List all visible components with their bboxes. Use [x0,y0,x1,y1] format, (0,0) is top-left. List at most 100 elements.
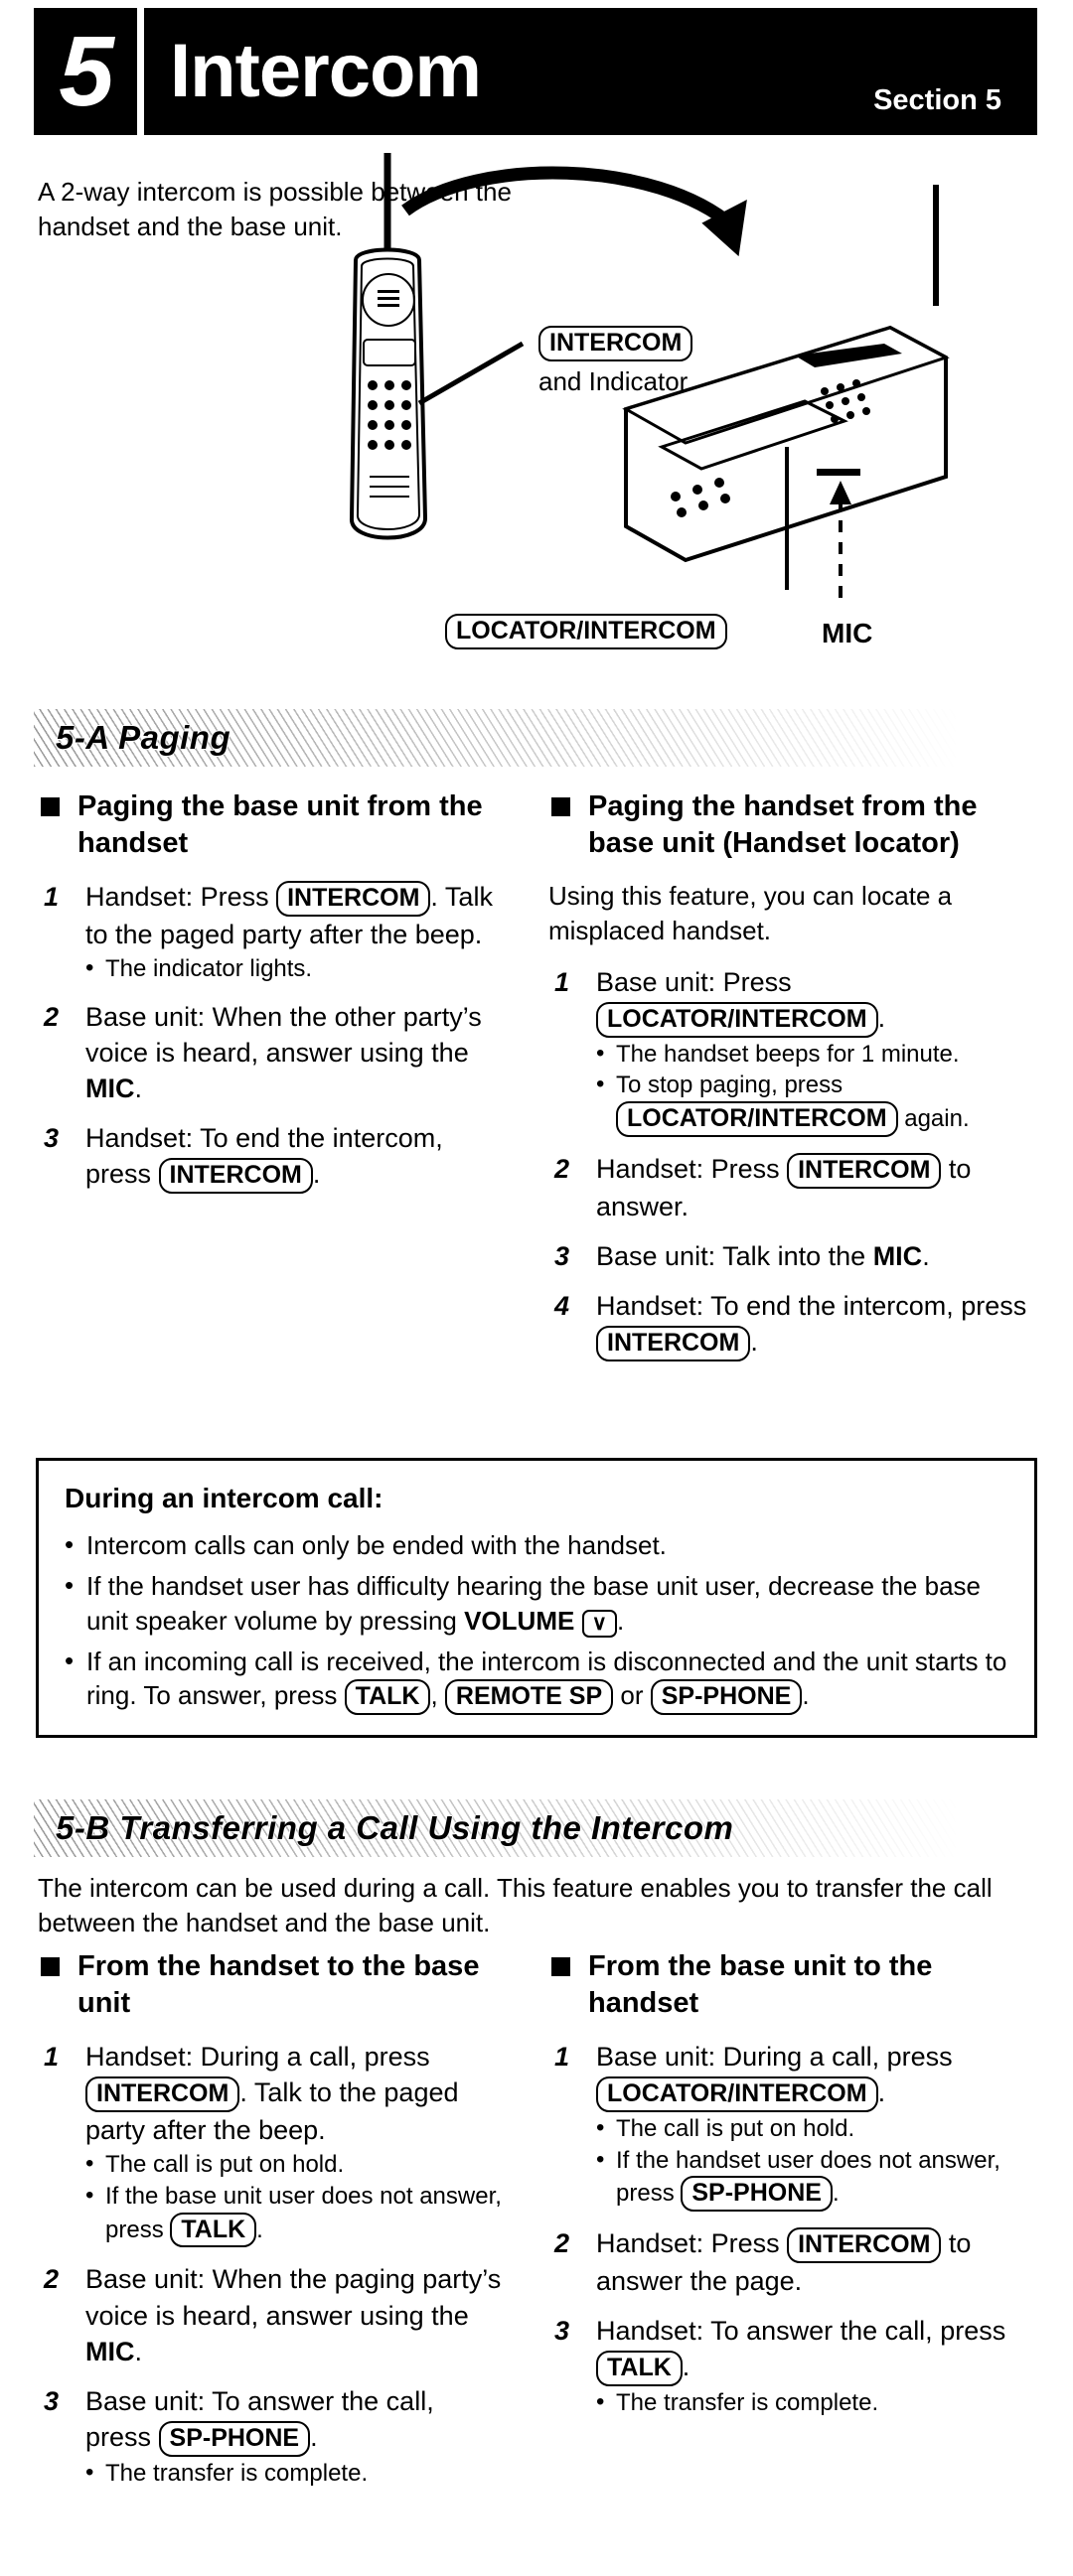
step-text: Handset: To end the intercom, press INTE… [596,1291,1026,1361]
section-5b-title: 5-B Transferring a Call Using the Interc… [56,1809,734,1846]
step-item: 1 Base unit: During a call, press LOCATOR… [548,2039,1039,2213]
step-item: 2 Base unit: When the other party’s voice… [38,999,503,1107]
section-label: Section 5 [873,84,1001,116]
header-divider-rule [137,8,144,135]
subheading-base-to-handset: From the base unit to the handset [548,1948,1039,2021]
key-label: TALK [170,2212,257,2248]
arrow-curve [401,166,738,231]
step-bullets: The call is put on hold.If the handset u… [596,2113,1039,2213]
intercom-key-label: INTERCOM [538,326,693,361]
locator-intercom-key-label: LOCATOR/INTERCOM [445,614,727,649]
key-label: ∨ [581,1609,617,1638]
bullet-item: The transfer is complete. [596,2387,1039,2419]
step-bullets: The indicator lights. [85,953,503,985]
subheading-paging-base-unit: Paging the base unit from the handset [38,788,503,861]
key-label: LOCATOR/INTERCOM [596,1001,878,1038]
step-text: Base unit: During a call, press LOCATOR/… [596,2042,953,2112]
steps-list: 1 Base unit: Press LOCATOR/INTERCOM.The h… [548,964,1039,1361]
emphasis-text: MIC [872,1240,923,1271]
step-text: Handset: Press INTERCOM to answer. [596,1152,972,1221]
step-number: 2 [44,1001,60,1032]
bullet-item: If the base unit user does not answer, p… [85,2181,505,2248]
indicator-callout-text: and Indicator [538,365,689,396]
section-5b-intro: The intercom can be used during a call. … [38,1873,993,1937]
page-header-banner: 5 Intercom Section 5 [34,8,1037,135]
key-label: INTERCOM [787,2227,942,2263]
bullet-item: If the handset user has difficulty heari… [65,1568,1008,1638]
step-item: 1 Handset: During a call, press INTERCOM.… [38,2039,505,2248]
step-bullets: The transfer is complete. [596,2387,1039,2419]
step-number: 3 [44,2385,60,2416]
step-bullets: The handset beeps for 1 minute.To stop p… [596,1039,1039,1137]
note-bullets: Intercom calls can only be ended with th… [65,1527,1008,1715]
step-number: 1 [554,966,570,997]
key-label: SP-PHONE [681,2176,833,2213]
bullet-item: If the handset user does not answer, pre… [596,2145,1039,2213]
step-number: 1 [44,2042,60,2073]
section-5a-right-column: Paging the handset from the base unit (H… [548,788,1039,1375]
step-number: 1 [554,2042,570,2073]
key-label: INTERCOM [276,881,431,917]
step-text: Base unit: When the other party’s voice … [85,1001,482,1104]
step-text: Base unit: When the paging party’s voice… [85,2264,502,2366]
key-label: INTERCOM [787,1152,942,1189]
step-item: 3 Handset: To end the intercom, press INT… [38,1120,503,1195]
bullet-item: The transfer is complete. [85,2458,505,2490]
bullet-item: The handset beeps for 1 minute. [596,1039,1039,1071]
step-item: 2 Base unit: When the paging party’s voic… [38,2261,505,2369]
step-text: Handset: Press INTERCOM. Talk to the pag… [85,881,493,949]
step-text: Base unit: To answer the call, press SP-… [85,2386,434,2457]
step-number: 2 [554,2228,570,2259]
step-number: 1 [44,882,60,913]
key-label: SP-PHONE [158,2421,311,2457]
step-item: 3 Base unit: To answer the call, press SP… [38,2383,505,2490]
key-label: TALK [596,2351,683,2387]
step-number: 3 [554,1240,570,1271]
key-label: REMOTE SP [444,1679,614,1715]
mic-callout: MIC [822,618,873,648]
step-number: 3 [44,1123,60,1154]
bullet-item: The call is put on hold. [85,2149,505,2181]
page-title: Intercom [170,29,482,113]
step-bullets: The transfer is complete. [85,2458,505,2490]
section-5b-left-column: From the handset to the base unit 1 Hands… [38,1948,505,2504]
step-text: Handset: During a call, press INTERCOM. … [85,2042,459,2145]
step-number: 2 [44,2264,60,2295]
section-5a-band: 5-A Paging [34,709,1039,767]
step-text: Base unit: Talk into the MIC. [596,1240,930,1271]
phone-diagram-svg [349,153,950,598]
key-label: INTERCOM [158,1158,313,1195]
handset-locator-lead-text: Using this feature, you can locate a mis… [548,881,953,945]
key-label: INTERCOM [596,1326,751,1361]
section-5b-right-column: From the base unit to the handset 1 Base … [548,1948,1039,2433]
emphasis-text: MIC [85,2336,135,2366]
emphasis-text: VOLUME [464,1605,575,1636]
step-item: 1 Base unit: Press LOCATOR/INTERCOM.The h… [548,964,1039,1137]
step-text: Base unit: Press LOCATOR/INTERCOM. [596,967,885,1038]
key-label: INTERCOM [85,2076,240,2112]
step-item: 2 Handset: Press INTERCOM to answer the p… [548,2225,1039,2299]
during-intercom-call-note: During an intercom call: Intercom calls … [36,1458,1037,1738]
step-item: 3 Handset: To answer the call, press TALK… [548,2313,1039,2419]
base-key-callout: LOCATOR/INTERCOM [445,614,727,649]
step-item: 4 Handset: To end the intercom, press INT… [548,1288,1039,1361]
bullet-item: If an incoming call is received, the int… [65,1644,1008,1715]
step-text: Handset: Press INTERCOM to answer the pa… [596,2227,972,2296]
section-number: 5 [59,16,114,127]
step-text: Handset: To end the intercom, press INTE… [85,1123,443,1195]
intercom-illustration: INTERCOM and Indicator LOCATOR/INTERCOM … [328,149,1063,685]
key-label: LOCATOR/INTERCOM [616,1101,898,1137]
step-number: 2 [554,1153,570,1184]
key-label: TALK [344,1679,431,1715]
step-item: 1 Handset: Press INTERCOM. Talk to the pa… [38,879,503,985]
subheading-paging-handset: Paging the handset from the base unit (H… [548,788,1039,861]
arrow-head [701,200,747,257]
emphasis-text: MIC [85,1073,135,1104]
steps-list: 1 Base unit: During a call, press LOCATOR… [548,2039,1039,2419]
step-item: 2 Handset: Press INTERCOM to answer. [548,1151,1039,1224]
bullet-item: To stop paging, press LOCATOR/INTERCOM a… [596,1070,1039,1137]
handset-key-callout: INTERCOM and Indicator [538,326,693,397]
section-5a-left-column: Paging the base unit from the handset 1H… [38,788,503,1208]
section-5a-title: 5-A Paging [56,719,231,756]
step-text: Handset: To answer the call, press TALK. [596,2316,1005,2387]
